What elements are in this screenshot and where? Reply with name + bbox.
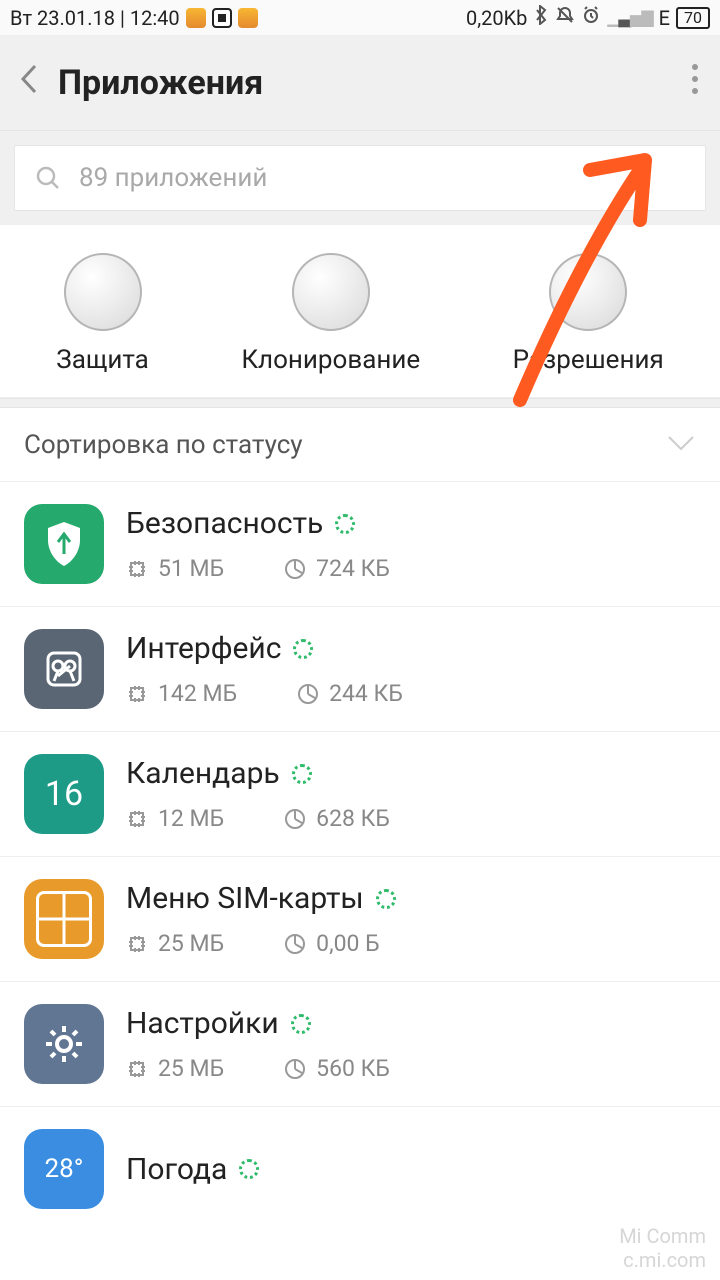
action-label: Клонирование [241,345,420,375]
sort-selector[interactable]: Сортировка по статусу [0,408,720,482]
data-icon [284,808,306,830]
app-data: 244 КБ [329,680,403,707]
data-icon [297,683,319,705]
section-divider [0,398,720,408]
search-placeholder: 89 приложений [79,163,267,193]
app-indicator-icon [186,8,206,28]
action-circle-icon [292,253,370,331]
loading-icon [335,514,355,534]
app-indicator-icon [212,8,232,28]
app-indicator-icon [238,8,258,28]
app-name: Погода [126,1152,227,1187]
storage-icon [126,1058,148,1080]
loading-icon [376,889,396,909]
loading-icon [292,764,312,784]
weather-app-icon: 28° [24,1129,104,1209]
search-input[interactable]: 89 приложений [14,145,706,211]
action-label: Разрешения [513,345,664,375]
app-row[interactable]: Меню SIM-карты 25 МБ 0,00 Б [0,857,720,982]
action-protection[interactable]: Защита [56,253,149,375]
back-button[interactable] [18,62,58,105]
page-title: Приложения [58,63,263,103]
bluetooth-icon [533,5,549,30]
app-storage: 25 МБ [158,930,224,957]
app-name: Безопасность [126,506,323,541]
app-row[interactable]: Безопасность 51 МБ 724 КБ [0,482,720,607]
app-storage: 12 МБ [158,805,224,832]
app-storage: 25 МБ [158,1055,224,1082]
security-app-icon [24,504,104,584]
signal-icon: ▁▃▅▇ [607,8,652,27]
app-row[interactable]: Интерфейс 142 МБ 244 КБ [0,607,720,732]
app-header: Приложения [0,36,720,130]
interface-app-icon [24,629,104,709]
app-data: 724 КБ [316,555,390,582]
action-circle-icon [64,253,142,331]
data-icon [284,558,306,580]
action-permissions[interactable]: Разрешения [513,253,664,375]
calendar-app-icon: 16 [24,754,104,834]
app-name: Календарь [126,756,280,791]
app-data: 560 КБ [316,1055,390,1082]
app-name: Меню SIM-карты [126,881,364,916]
action-circle-icon [549,253,627,331]
app-data: 628 КБ [316,805,390,832]
mute-icon [555,5,575,30]
settings-app-icon [24,1004,104,1084]
action-label: Защита [56,345,149,375]
storage-icon [126,558,148,580]
loading-icon [293,639,313,659]
battery-level: 70 [676,7,710,29]
storage-icon [126,808,148,830]
more-options-button[interactable] [692,64,698,94]
action-cloning[interactable]: Клонирование [241,253,420,375]
battery-icon: 70 [676,7,710,29]
app-storage: 51 МБ [158,555,224,582]
app-name: Настройки [126,1006,279,1041]
app-row[interactable]: Настройки 25 МБ 560 КБ [0,982,720,1107]
alarm-icon [581,5,601,30]
network-type: E [659,6,670,30]
app-storage: 142 МБ [158,680,237,707]
app-row[interactable]: 16 Календарь 12 МБ 628 КБ [0,732,720,857]
storage-icon [126,683,148,705]
status-datetime: Вт 23.01.18 | 12:40 [10,6,180,30]
chevron-down-icon [666,434,696,456]
sim-app-icon [24,879,104,959]
quick-actions: Защита Клонирование Разрешения [0,225,720,398]
apps-list: Безопасность 51 МБ 724 КБ Интерфейс 142 … [0,482,720,1217]
data-icon [284,1058,306,1080]
app-data: 0,00 Б [316,930,380,957]
storage-icon [126,933,148,955]
data-rate: 0,20Kb [466,6,527,30]
app-name: Интерфейс [126,631,281,666]
status-bar: Вт 23.01.18 | 12:40 0,20Kb ▁▃▅▇ E 70 [0,0,720,36]
app-row[interactable]: 28° Погода [0,1107,720,1217]
sort-label: Сортировка по статусу [24,430,303,460]
data-icon [284,933,306,955]
search-container: 89 приложений [0,130,720,225]
search-icon [35,165,61,191]
loading-icon [239,1159,259,1179]
loading-icon [291,1014,311,1034]
watermark: Mi Comm c.mi.com [619,1224,706,1272]
